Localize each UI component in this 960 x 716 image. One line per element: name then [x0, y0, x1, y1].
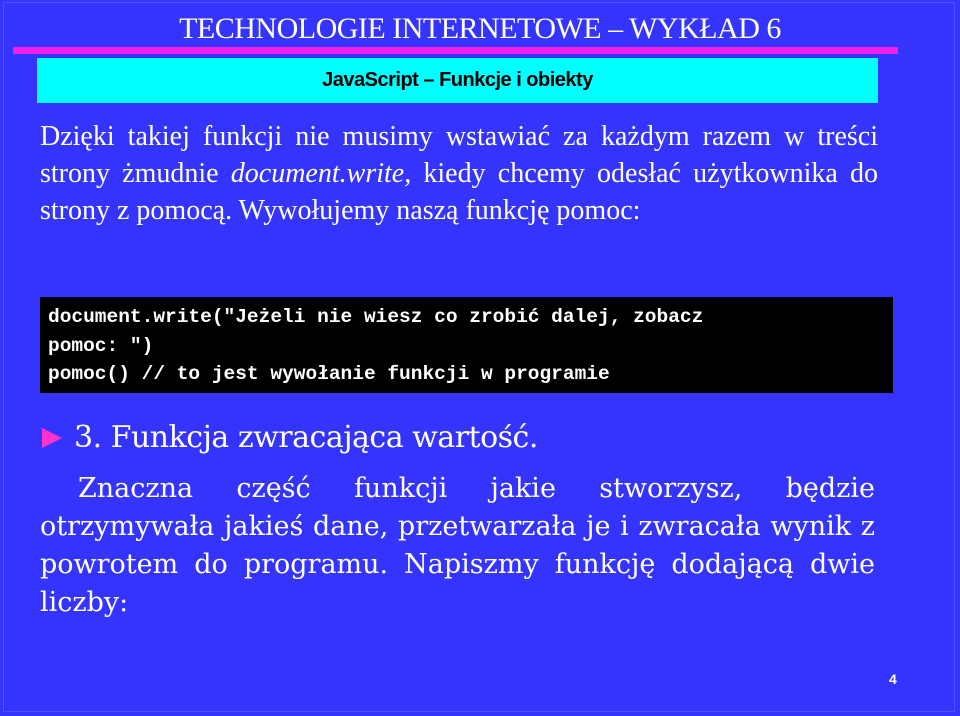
code-line: pomoc: ") — [48, 334, 154, 357]
triangle-bullet-icon — [42, 427, 62, 448]
slide-subtitle: JavaScript – Funkcje i obiekty — [322, 69, 593, 91]
page-number: 4 — [889, 671, 897, 687]
code-line: pomoc() // to jest wywołanie funkcji w p… — [48, 363, 610, 385]
accent-divider — [13, 47, 898, 54]
section-heading-row: 3. Funkcja zwracająca wartość. — [42, 420, 538, 455]
intro-paragraph: Dzięki takiej funkcji nie musimy wstawia… — [40, 118, 878, 229]
subtitle-banner: JavaScript – Funkcje i obiekty — [37, 58, 878, 103]
intro-code-ref: document.write, — [230, 158, 412, 189]
section-paragraph-text: Znaczna część funkcji jakie stworzysz, b… — [40, 473, 875, 618]
section-heading: 3. Funkcja zwracająca wartość. — [74, 420, 538, 455]
code-block: document.write("Jeżeli nie wiesz co zrob… — [40, 297, 893, 393]
code-line: document.write("Jeżeli nie wiesz co zrob… — [48, 306, 704, 328]
section-paragraph: Znaczna część funkcji jakie stworzysz, b… — [40, 470, 875, 622]
slide-title: TECHNOLOGIE INTERNETOWE – WYKŁAD 6 — [179, 12, 781, 45]
